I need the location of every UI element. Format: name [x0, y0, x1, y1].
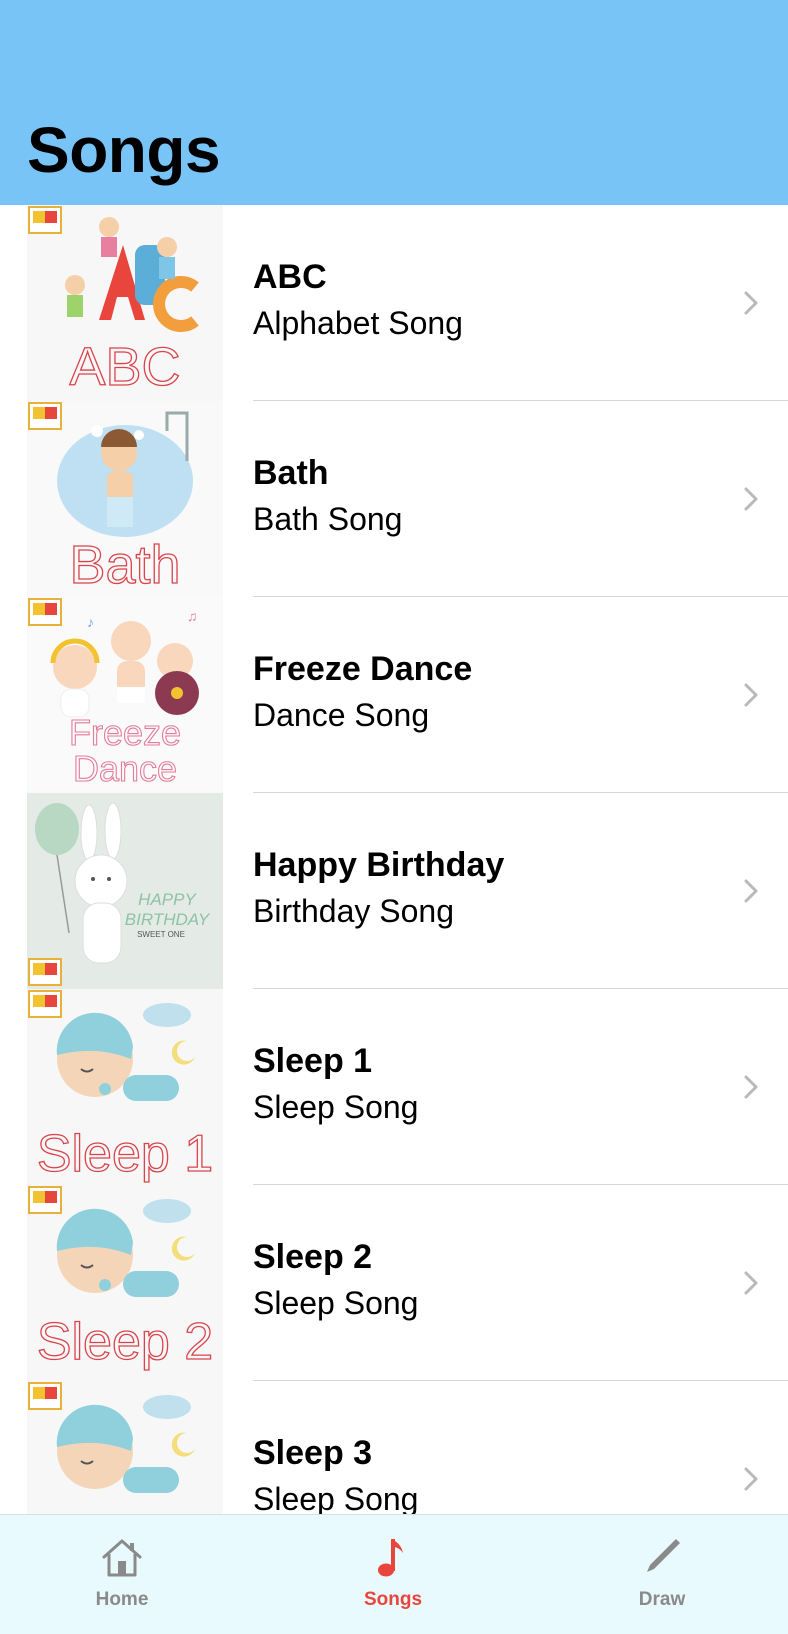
song-subtitle: Birthday Song	[253, 893, 455, 929]
tab-label: Songs	[363, 1589, 423, 1610]
song-row-sleep-2[interactable]: Sleep 2 Sleep 2 Sleep Song	[0, 1185, 788, 1381]
chevron-right-icon	[744, 1467, 758, 1491]
song-row-freeze-dance[interactable]: ♪ ♫ Freeze Dance Freeze Dance Dance Song	[0, 597, 788, 793]
chevron-right-icon	[744, 683, 758, 707]
thumbnail-label: ABC	[69, 337, 180, 397]
tab-label: Draw	[638, 1589, 686, 1610]
page-title: Songs	[27, 114, 221, 186]
song-thumbnail: ♪ ♫ Freeze Dance	[27, 597, 223, 793]
thumbnail-label: Bath	[69, 535, 180, 595]
music-note-icon	[378, 1539, 403, 1577]
tab-draw[interactable]: Draw	[562, 1515, 762, 1634]
tab-songs[interactable]: Songs	[293, 1515, 493, 1634]
svg-text:Dance: Dance	[73, 748, 177, 789]
song-title: Bath	[253, 454, 329, 492]
svg-text:SWEET ONE: SWEET ONE	[137, 930, 185, 939]
song-thumbnail: HAPPY BIRTHDAY SWEET ONE	[27, 793, 223, 989]
tab-home[interactable]: Home	[22, 1515, 222, 1634]
song-row-abc[interactable]: ABC ABC Alphabet Song	[0, 205, 788, 401]
thumbnail-label: HAPPY	[138, 890, 197, 909]
song-title: Sleep 2	[253, 1238, 373, 1276]
song-subtitle: Sleep Song	[253, 1481, 419, 1514]
song-title: Sleep 3	[253, 1434, 373, 1472]
song-subtitle: Dance Song	[253, 697, 430, 733]
song-row-bath[interactable]: Bath Bath Bath Song	[0, 401, 788, 597]
song-thumbnail	[27, 1381, 223, 1514]
song-thumbnail: Bath	[27, 401, 223, 597]
thumbnail-label: Sleep 2	[37, 1313, 213, 1371]
thumbnail-label: Sleep 1	[37, 1125, 213, 1183]
tab-label: Home	[95, 1589, 149, 1610]
chevron-right-icon	[744, 1075, 758, 1099]
chevron-right-icon	[744, 291, 758, 315]
song-title: ABC	[253, 258, 327, 296]
song-row-sleep-1[interactable]: Sleep 1 Sleep 1 Sleep Song	[0, 989, 788, 1185]
svg-text:♪: ♪	[87, 614, 94, 630]
song-subtitle: Bath Song	[253, 501, 403, 537]
tab-bar: Home Songs Draw	[0, 1514, 788, 1634]
song-subtitle: Alphabet Song	[253, 305, 463, 341]
song-subtitle: Sleep Song	[253, 1089, 419, 1125]
chevron-right-icon	[744, 1271, 758, 1295]
song-thumbnail: Sleep 2	[27, 1185, 223, 1381]
header-bar: Songs	[0, 0, 788, 205]
song-row-happy-birthday[interactable]: HAPPY BIRTHDAY SWEET ONE Happy Birthday …	[0, 793, 788, 989]
songs-list[interactable]: ABC ABC Alphabet Song Bath Bath Bath Son…	[0, 205, 788, 1514]
song-thumbnail: Sleep 1	[27, 989, 223, 1185]
house-icon	[102, 1539, 142, 1577]
svg-text:♫: ♫	[187, 608, 198, 624]
song-title: Freeze Dance	[253, 650, 473, 688]
song-title: Happy Birthday	[253, 846, 505, 884]
song-subtitle: Sleep Song	[253, 1285, 419, 1321]
song-thumbnail: ABC	[27, 205, 223, 401]
song-title: Sleep 1	[253, 1042, 373, 1080]
chevron-right-icon	[744, 879, 758, 903]
svg-text:BIRTHDAY: BIRTHDAY	[125, 910, 211, 929]
thumbnail-label: Freeze	[69, 712, 181, 753]
chevron-right-icon	[744, 487, 758, 511]
song-row-sleep-3[interactable]: Sleep 3 Sleep Song	[0, 1381, 788, 1514]
pencil-icon	[647, 1539, 680, 1572]
